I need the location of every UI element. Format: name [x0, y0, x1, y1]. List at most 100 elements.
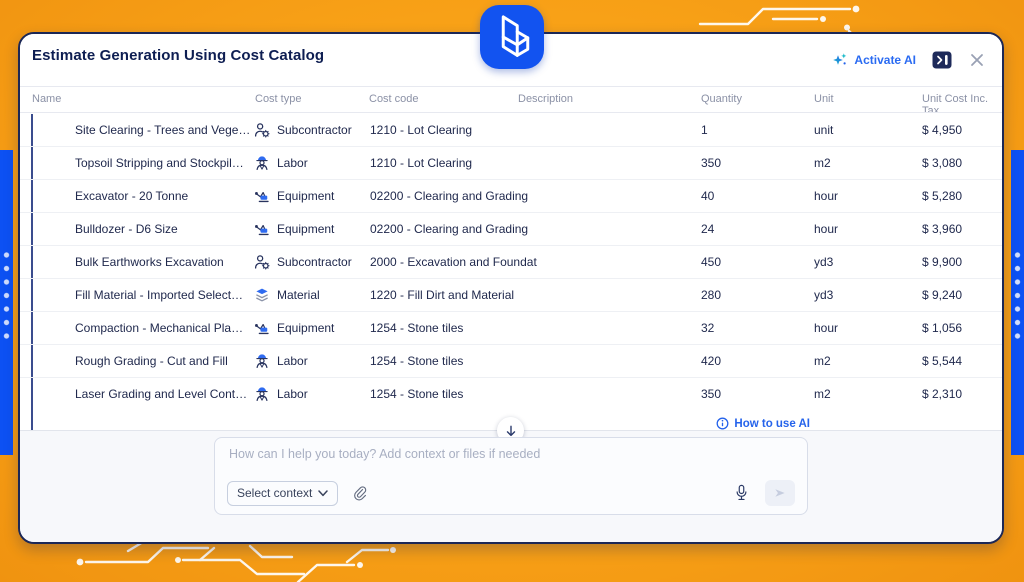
row-cost-type: Equipment [277, 189, 334, 203]
chat-input-container: Select context [214, 437, 808, 515]
send-button[interactable] [765, 480, 795, 506]
subcontractor-icon [253, 121, 271, 139]
open-side-panel-button[interactable] [932, 51, 952, 69]
row-quantity: 32 [701, 321, 714, 335]
right-edge-bar [1011, 150, 1024, 455]
voice-input-button[interactable] [734, 484, 749, 503]
material-icon [253, 286, 271, 304]
row-cost-type: Labor [277, 387, 308, 401]
row-quantity: 40 [701, 189, 714, 203]
row-name: Rough Grading - Cut and Fill [75, 354, 228, 368]
chat-input[interactable] [229, 447, 793, 475]
row-unit-cost: $ 5,280 [922, 189, 962, 203]
row-name: Site Clearing - Trees and Vege… [75, 123, 250, 137]
table-row[interactable]: Laser Grading and Level Cont… Labor 1254… [20, 377, 1002, 410]
row-quantity: 24 [701, 222, 714, 236]
row-unit: m2 [814, 354, 831, 368]
column-header-description: Description [518, 93, 573, 105]
row-cost-code: 02200 - Clearing and Grading [370, 222, 528, 236]
row-unit: m2 [814, 156, 831, 170]
row-unit: hour [814, 222, 838, 236]
equipment-icon [253, 220, 271, 238]
row-unit-cost: $ 5,544 [922, 354, 962, 368]
column-header-name: Name [32, 93, 61, 105]
table-row[interactable]: Fill Material - Imported Select… Materia… [20, 278, 1002, 311]
row-cost-type: Subcontractor [277, 255, 352, 269]
table-row[interactable]: Bulk Earthworks Excavation Subcontractor… [20, 245, 1002, 278]
estimate-modal: Estimate Generation Using Cost Catalog A… [18, 32, 1004, 544]
close-button[interactable] [968, 51, 986, 69]
row-unit-cost: $ 1,056 [922, 321, 962, 335]
chevron-down-icon [318, 490, 328, 497]
arrow-down-icon [504, 424, 518, 438]
table-row[interactable]: Topsoil Stripping and Stockpil… Labor 12… [20, 146, 1002, 179]
close-icon [968, 51, 986, 69]
page-title: Estimate Generation Using Cost Catalog [32, 47, 324, 64]
select-context-label: Select context [237, 486, 312, 500]
row-unit-cost: $ 2,310 [922, 387, 962, 401]
row-quantity: 420 [701, 354, 721, 368]
equipment-icon [253, 187, 271, 205]
table-header-row: Name Cost type Cost code Description Qua… [20, 87, 1002, 112]
info-icon [716, 417, 729, 430]
left-edge-bar [0, 150, 13, 455]
attach-file-button[interactable] [353, 485, 368, 502]
estimate-table-body: Site Clearing - Trees and Vege… Subcontr… [20, 113, 1002, 410]
row-cost-type: Labor [277, 156, 308, 170]
side-panel-icon [932, 51, 952, 69]
activate-ai-label: Activate AI [854, 53, 916, 67]
ai-chat-footer: How to use AI Select context [20, 431, 1002, 542]
row-cost-type: Subcontractor [277, 123, 352, 137]
table-row[interactable]: Excavator - 20 Tonne Equipment 02200 - C… [20, 179, 1002, 212]
row-name: Bulldozer - D6 Size [75, 222, 178, 236]
row-unit-cost: $ 3,080 [922, 156, 962, 170]
row-name: Laser Grading and Level Cont… [75, 387, 247, 401]
labor-icon [253, 352, 271, 370]
how-to-use-ai-label: How to use AI [734, 418, 810, 430]
microphone-icon [734, 484, 749, 503]
select-context-dropdown[interactable]: Select context [227, 481, 338, 506]
how-to-use-ai-link[interactable]: How to use AI [716, 417, 810, 430]
row-quantity: 280 [701, 288, 721, 302]
table-row[interactable]: Rough Grading - Cut and Fill Labor 1254 … [20, 344, 1002, 377]
row-unit: unit [814, 123, 833, 137]
row-name: Topsoil Stripping and Stockpil… [75, 156, 244, 170]
row-quantity: 1 [701, 123, 708, 137]
row-unit: m2 [814, 387, 831, 401]
left-dots-decoration [0, 248, 13, 344]
row-unit-cost: $ 4,950 [922, 123, 962, 137]
row-cost-code: 1254 - Stone tiles [370, 321, 463, 335]
row-unit: yd3 [814, 255, 833, 269]
row-unit-cost: $ 9,900 [922, 255, 962, 269]
column-header-quantity: Quantity [701, 93, 742, 105]
row-unit: hour [814, 321, 838, 335]
row-cost-code: 2000 - Excavation and Foundat [370, 255, 537, 269]
row-quantity: 450 [701, 255, 721, 269]
row-name: Excavator - 20 Tonne [75, 189, 188, 203]
table-row[interactable]: Compaction - Mechanical Pla… Equipment 1… [20, 311, 1002, 344]
row-quantity: 350 [701, 387, 721, 401]
logo-cube-icon [491, 13, 533, 61]
column-header-unit: Unit [814, 93, 834, 105]
row-cost-code: 1254 - Stone tiles [370, 354, 463, 368]
paperclip-icon [353, 485, 368, 502]
labor-icon [253, 385, 271, 403]
row-cost-code: 1210 - Lot Clearing [370, 123, 472, 137]
row-cost-type: Material [277, 288, 320, 302]
row-unit-cost: $ 9,240 [922, 288, 962, 302]
row-cost-code: 1254 - Stone tiles [370, 387, 463, 401]
row-cost-code: 1210 - Lot Clearing [370, 156, 472, 170]
table-row[interactable]: Bulldozer - D6 Size Equipment 02200 - Cl… [20, 212, 1002, 245]
row-quantity: 350 [701, 156, 721, 170]
row-cost-code: 02200 - Clearing and Grading [370, 189, 528, 203]
page-background: Estimate Generation Using Cost Catalog A… [0, 0, 1024, 582]
activate-ai-button[interactable]: Activate AI [832, 52, 916, 68]
column-header-cost-type: Cost type [255, 93, 301, 105]
row-name: Bulk Earthworks Excavation [75, 255, 224, 269]
brand-logo [480, 5, 544, 69]
row-cost-code: 1220 - Fill Dirt and Material [370, 288, 514, 302]
equipment-icon [253, 319, 271, 337]
table-row[interactable]: Site Clearing - Trees and Vege… Subcontr… [20, 113, 1002, 146]
row-unit: hour [814, 189, 838, 203]
labor-icon [253, 154, 271, 172]
